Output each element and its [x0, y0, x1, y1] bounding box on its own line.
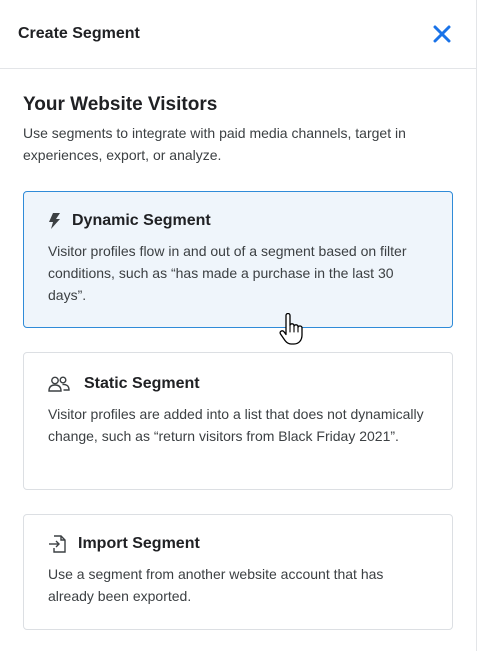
lightning-icon: [48, 213, 62, 229]
create-segment-panel: Create Segment Your Website Visitors Use…: [0, 0, 477, 651]
section-title: Your Website Visitors: [23, 94, 218, 115]
import-segment-title: Import Segment: [78, 535, 200, 552]
section-description: Use segments to integrate with paid medi…: [23, 125, 406, 163]
import-segment-description: Use a segment from another website accou…: [48, 566, 384, 604]
static-segment-header: Static Segment: [48, 375, 428, 393]
file-import-icon: [48, 535, 66, 553]
import-segment-option[interactable]: Import Segment Use a segment from anothe…: [23, 514, 453, 630]
dynamic-segment-header: Dynamic Segment: [48, 212, 428, 230]
static-segment-description: Visitor profiles are added into a list t…: [48, 406, 424, 444]
dynamic-segment-option[interactable]: Dynamic Segment Visitor profiles flow in…: [23, 191, 453, 328]
panel-header: Create Segment: [0, 0, 476, 69]
static-segment-option[interactable]: Static Segment Visitor profiles are adde…: [23, 352, 453, 490]
dynamic-segment-description: Visitor profiles flow in and out of a se…: [48, 243, 407, 303]
panel-title: Create Segment: [18, 25, 140, 42]
close-icon: [433, 25, 451, 43]
panel-content: Your Website Visitors Use segments to in…: [0, 69, 476, 630]
static-segment-title: Static Segment: [84, 375, 200, 392]
import-segment-header: Import Segment: [48, 535, 428, 553]
dynamic-segment-title: Dynamic Segment: [72, 212, 211, 229]
close-button[interactable]: [431, 23, 453, 45]
users-icon: [48, 376, 70, 392]
